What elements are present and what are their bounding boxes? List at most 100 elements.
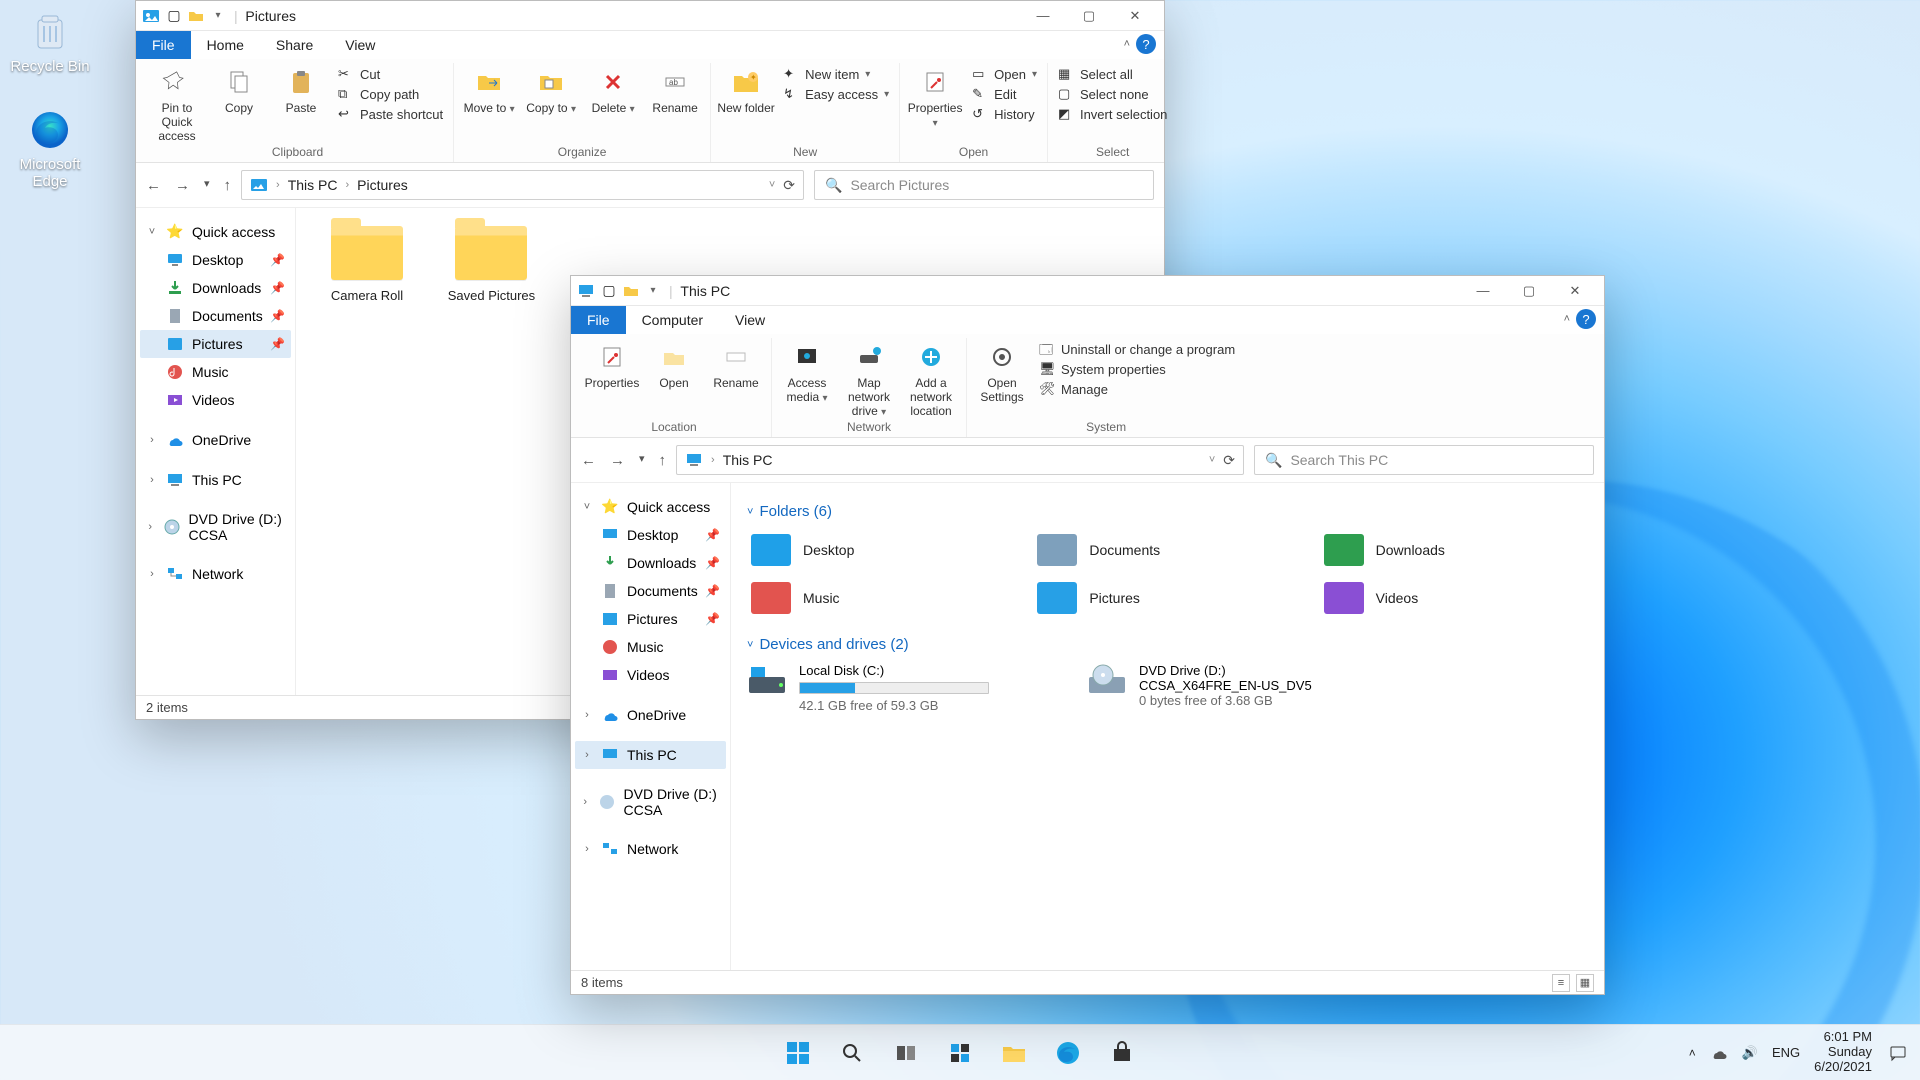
maximize-button[interactable]: ▢: [1506, 276, 1552, 306]
nav-videos[interactable]: Videos: [575, 661, 726, 689]
desktop-icon-recycle-bin[interactable]: Recycle Bin: [5, 10, 95, 75]
collapse-ribbon-icon[interactable]: ˄: [1564, 313, 1570, 325]
forward-button[interactable]: →: [610, 452, 625, 469]
chevron-right-icon[interactable]: ›: [146, 474, 158, 486]
open-button[interactable]: ▭Open ▾: [968, 65, 1041, 83]
tab-computer[interactable]: Computer: [626, 306, 719, 334]
tray-overflow-button[interactable]: ˄: [1689, 1046, 1696, 1060]
map-drive-button[interactable]: Map network drive ▾: [840, 338, 898, 418]
nav-onedrive[interactable]: ›OneDrive: [575, 701, 726, 729]
forward-button[interactable]: →: [175, 177, 190, 194]
delete-button[interactable]: Delete ▾: [584, 63, 642, 115]
chevron-right-icon[interactable]: ›: [581, 796, 590, 808]
properties-button[interactable]: Properties: [583, 338, 641, 390]
widgets-button[interactable]: [939, 1032, 981, 1074]
breadcrumb-thispc[interactable]: This PC: [723, 452, 773, 468]
search-box[interactable]: 🔍: [814, 170, 1154, 200]
tray-onedrive-icon[interactable]: [1710, 1044, 1728, 1062]
select-none-button[interactable]: ▢Select none: [1054, 85, 1171, 103]
nav-pictures[interactable]: Pictures📌: [575, 605, 726, 633]
nav-desktop[interactable]: Desktop📌: [575, 521, 726, 549]
nav-videos[interactable]: Videos: [140, 386, 291, 414]
tray-language[interactable]: ENG: [1772, 1045, 1800, 1060]
tab-home[interactable]: Home: [191, 31, 260, 59]
search-input[interactable]: [850, 177, 1143, 193]
nav-pictures[interactable]: Pictures📌: [140, 330, 291, 358]
start-button[interactable]: [777, 1032, 819, 1074]
chevron-right-icon[interactable]: ›: [146, 434, 158, 446]
qat-save-icon[interactable]: ▢: [601, 283, 617, 299]
address-bar[interactable]: › This PC › Pictures ˅ ⟳: [241, 170, 804, 200]
search-input[interactable]: [1290, 452, 1583, 468]
nav-onedrive[interactable]: ›OneDrive: [140, 426, 291, 454]
refresh-button[interactable]: ⟳: [783, 177, 795, 194]
uninstall-button[interactable]: 🗔Uninstall or change a program: [1035, 340, 1239, 358]
task-view-button[interactable]: [885, 1032, 927, 1074]
drive-dvd-d[interactable]: DVD Drive (D:) CCSA_X64FRE_EN-US_DV5 0 b…: [1087, 663, 1387, 713]
address-dropdown[interactable]: ˅: [769, 179, 775, 191]
tab-share[interactable]: Share: [260, 31, 329, 59]
folder-videos[interactable]: Videos: [1320, 578, 1588, 618]
nav-thispc[interactable]: ›This PC: [575, 741, 726, 769]
access-media-button[interactable]: Access media ▾: [778, 338, 836, 404]
chevron-right-icon[interactable]: ›: [146, 568, 158, 580]
up-button[interactable]: ↑: [224, 177, 232, 194]
nav-quick-access[interactable]: ˅⭐Quick access: [140, 218, 291, 246]
qat-dropdown-icon[interactable]: ▾: [210, 8, 226, 24]
nav-music[interactable]: Music: [575, 633, 726, 661]
maximize-button[interactable]: ▢: [1066, 1, 1112, 31]
back-button[interactable]: ←: [581, 452, 596, 469]
tab-file[interactable]: File: [571, 306, 626, 334]
section-folders[interactable]: ˅Folders (6): [747, 503, 1588, 520]
nav-downloads[interactable]: Downloads📌: [575, 549, 726, 577]
view-details-button[interactable]: ≡: [1552, 974, 1570, 992]
tab-view[interactable]: View: [719, 306, 781, 334]
folder-desktop[interactable]: Desktop: [747, 530, 1015, 570]
manage-button[interactable]: 🛠Manage: [1035, 380, 1239, 398]
help-button[interactable]: ?: [1576, 309, 1596, 329]
chevron-right-icon[interactable]: ›: [146, 521, 155, 533]
titlebar[interactable]: ▢ ▾ | This PC — ▢ ✕: [571, 276, 1604, 306]
cut-button[interactable]: ✂Cut: [334, 65, 447, 83]
chevron-right-icon[interactable]: ›: [276, 179, 280, 191]
chevron-right-icon[interactable]: ›: [581, 749, 593, 761]
chevron-right-icon[interactable]: ›: [711, 454, 715, 466]
search-box[interactable]: 🔍: [1254, 445, 1594, 475]
qat-folder-icon[interactable]: [623, 283, 639, 299]
select-all-button[interactable]: ▦Select all: [1054, 65, 1171, 83]
new-item-button[interactable]: ✦New item ▾: [779, 65, 893, 83]
tray-clock[interactable]: 6:01 PM Sunday 6/20/2021: [1814, 1030, 1872, 1075]
easy-access-button[interactable]: ↯Easy access ▾: [779, 85, 893, 103]
tab-view[interactable]: View: [329, 31, 391, 59]
nav-dvd[interactable]: ›DVD Drive (D:) CCSA: [575, 781, 726, 823]
edge-button[interactable]: [1047, 1032, 1089, 1074]
open-button[interactable]: Open: [645, 338, 703, 390]
notifications-button[interactable]: [1886, 1041, 1910, 1065]
folder-documents[interactable]: Documents: [1033, 530, 1301, 570]
nav-thispc[interactable]: ›This PC: [140, 466, 291, 494]
copy-path-button[interactable]: ⧉Copy path: [334, 85, 447, 103]
chevron-right-icon[interactable]: ›: [346, 179, 350, 191]
folder-saved-pictures[interactable]: Saved Pictures: [436, 226, 546, 303]
system-properties-button[interactable]: 🖥System properties: [1035, 360, 1239, 378]
open-settings-button[interactable]: Open Settings: [973, 338, 1031, 404]
nav-network[interactable]: ›Network: [140, 560, 291, 588]
nav-documents[interactable]: Documents📌: [575, 577, 726, 605]
address-bar[interactable]: › This PC ˅ ⟳: [676, 445, 1244, 475]
recent-dropdown[interactable]: ▾: [204, 177, 210, 194]
copy-to-button[interactable]: Copy to ▾: [522, 63, 580, 115]
minimize-button[interactable]: —: [1460, 276, 1506, 306]
qat-dropdown-icon[interactable]: ▾: [645, 283, 661, 299]
nav-quick-access[interactable]: ˅⭐Quick access: [575, 493, 726, 521]
rename-button[interactable]: abRename: [646, 63, 704, 115]
qat-save-icon[interactable]: ▢: [166, 8, 182, 24]
properties-button[interactable]: Properties ▾: [906, 63, 964, 129]
collapse-ribbon-icon[interactable]: ˄: [1124, 38, 1130, 50]
nav-downloads[interactable]: Downloads📌: [140, 274, 291, 302]
back-button[interactable]: ←: [146, 177, 161, 194]
store-button[interactable]: [1101, 1032, 1143, 1074]
help-button[interactable]: ?: [1136, 34, 1156, 54]
folder-camera-roll[interactable]: Camera Roll: [312, 226, 422, 303]
content-area[interactable]: ˅Folders (6) Desktop Documents Downloads…: [731, 483, 1604, 970]
nav-music[interactable]: Music: [140, 358, 291, 386]
